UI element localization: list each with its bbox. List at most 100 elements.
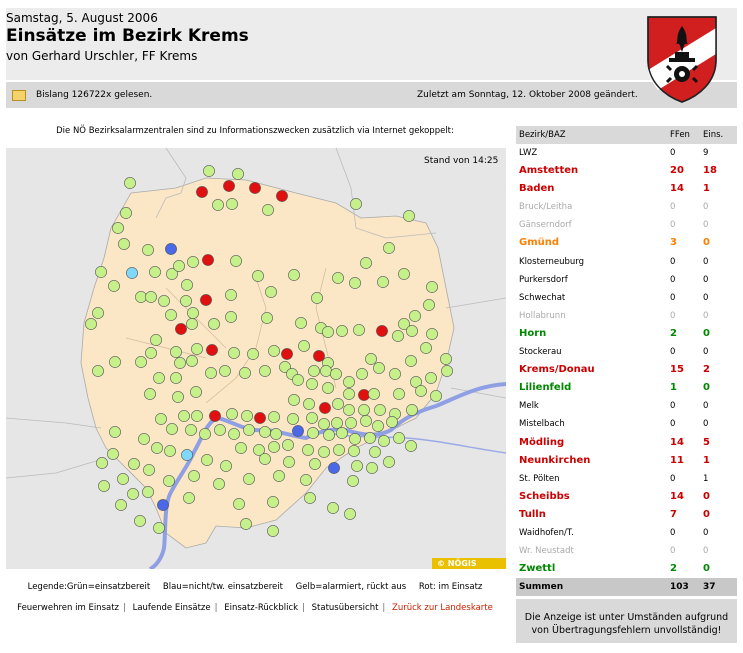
station-ready-marker[interactable] [243,473,255,485]
station-ready-marker[interactable] [356,368,368,380]
station-ready-marker[interactable] [307,427,319,439]
table-row[interactable]: Hollabrunn 0 0 [516,307,737,325]
link-back-to-state-map[interactable]: Zurück zur Landeskarte [390,603,495,613]
station-ready-marker[interactable] [188,470,200,482]
station-ready-marker[interactable] [145,347,157,359]
station-ready-marker[interactable] [212,199,224,211]
station-ready-marker[interactable] [220,460,232,472]
station-ready-marker[interactable] [96,457,108,469]
map-canvas[interactable] [6,148,506,569]
station-ready-marker[interactable] [127,488,139,500]
station-active-marker[interactable] [223,180,235,192]
table-row[interactable]: Purkersdorf 0 0 [516,271,737,289]
table-row[interactable]: Baden 14 1 [516,180,737,198]
station-ready-marker[interactable] [158,295,170,307]
table-row[interactable]: Neunkirchen 11 1 [516,452,737,470]
station-ready-marker[interactable] [120,207,132,219]
station-ready-marker[interactable] [331,417,343,429]
station-ready-marker[interactable] [430,390,442,402]
station-unavailable-marker[interactable] [165,243,177,255]
station-ready-marker[interactable] [351,460,363,472]
table-row[interactable]: Mödling 14 5 [516,434,737,452]
station-ready-marker[interactable] [98,480,110,492]
station-ready-marker[interactable] [142,486,154,498]
station-ready-marker[interactable] [166,423,178,435]
station-ready-marker[interactable] [109,356,121,368]
station-ready-marker[interactable] [153,372,165,384]
station-ready-marker[interactable] [425,372,437,384]
station-ready-marker[interactable] [219,365,231,377]
station-ready-marker[interactable] [358,404,370,416]
station-ready-marker[interactable] [240,518,252,530]
station-ready-marker[interactable] [426,281,438,293]
station-ready-marker[interactable] [292,374,304,386]
station-ready-marker[interactable] [235,442,247,454]
station-ready-marker[interactable] [205,367,217,379]
station-active-marker[interactable] [319,402,331,414]
station-ready-marker[interactable] [265,286,277,298]
station-ready-marker[interactable] [426,328,438,340]
station-ready-marker[interactable] [252,270,264,282]
station-ready-marker[interactable] [228,347,240,359]
station-ready-marker[interactable] [109,426,121,438]
station-ready-marker[interactable] [112,222,124,234]
link-operations-review[interactable]: Einsatz-Rückblick [222,603,300,613]
station-ready-marker[interactable] [135,291,147,303]
station-ready-marker[interactable] [259,453,271,465]
table-row[interactable]: Schwechat 0 0 [516,289,737,307]
station-ready-marker[interactable] [185,424,197,436]
station-ready-marker[interactable] [409,310,421,322]
station-ready-marker[interactable] [267,525,279,537]
station-ready-marker[interactable] [92,365,104,377]
station-ready-marker[interactable] [228,428,240,440]
station-ready-marker[interactable] [186,355,198,367]
station-ready-marker[interactable] [333,444,345,456]
station-ready-marker[interactable] [288,394,300,406]
table-row[interactable]: St. Pölten 0 1 [516,470,737,488]
table-row[interactable]: LWZ 0 9 [516,144,737,162]
station-ready-marker[interactable] [336,427,348,439]
station-ready-marker[interactable] [187,307,199,319]
station-ready-marker[interactable] [203,165,215,177]
station-ready-marker[interactable] [320,365,332,377]
station-ready-marker[interactable] [336,325,348,337]
station-ready-marker[interactable] [287,413,299,425]
station-ready-marker[interactable] [138,433,150,445]
station-ready-marker[interactable] [268,411,280,423]
station-ready-marker[interactable] [107,448,119,460]
station-ready-marker[interactable] [155,413,167,425]
table-row[interactable]: Mistelbach 0 0 [516,415,737,433]
station-ready-marker[interactable] [440,353,452,365]
station-ready-marker[interactable] [332,272,344,284]
station-ready-marker[interactable] [163,475,175,487]
station-ready-marker[interactable] [225,311,237,323]
station-ready-marker[interactable] [145,291,157,303]
table-row[interactable]: Bruck/Leitha 0 0 [516,198,737,216]
station-active-marker[interactable] [276,190,288,202]
station-ready-marker[interactable] [353,324,365,336]
station-ready-marker[interactable] [259,365,271,377]
station-ready-marker[interactable] [343,388,355,400]
station-ready-marker[interactable] [323,429,335,441]
station-ready-marker[interactable] [172,391,184,403]
station-ready-marker[interactable] [201,454,213,466]
station-ready-marker[interactable] [393,432,405,444]
station-ready-marker[interactable] [128,458,140,470]
station-ready-marker[interactable] [115,499,127,511]
table-row[interactable]: Lilienfeld 1 0 [516,379,737,397]
station-ready-marker[interactable] [420,342,432,354]
station-ready-marker[interactable] [374,404,386,416]
station-ready-marker[interactable] [149,266,161,278]
station-ready-marker[interactable] [360,415,372,427]
station-ready-marker[interactable] [153,522,165,534]
station-active-marker[interactable] [249,182,261,194]
station-ready-marker[interactable] [347,475,359,487]
station-ready-marker[interactable] [365,353,377,365]
station-ready-marker[interactable] [262,204,274,216]
station-active-marker[interactable] [202,254,214,266]
station-ready-marker[interactable] [191,343,203,355]
station-ready-marker[interactable] [268,441,280,453]
station-ready-marker[interactable] [349,277,361,289]
station-ready-marker[interactable] [345,417,357,429]
district-map[interactable]: Stand von 14:25 © NÖGIS 2003 [6,148,506,569]
